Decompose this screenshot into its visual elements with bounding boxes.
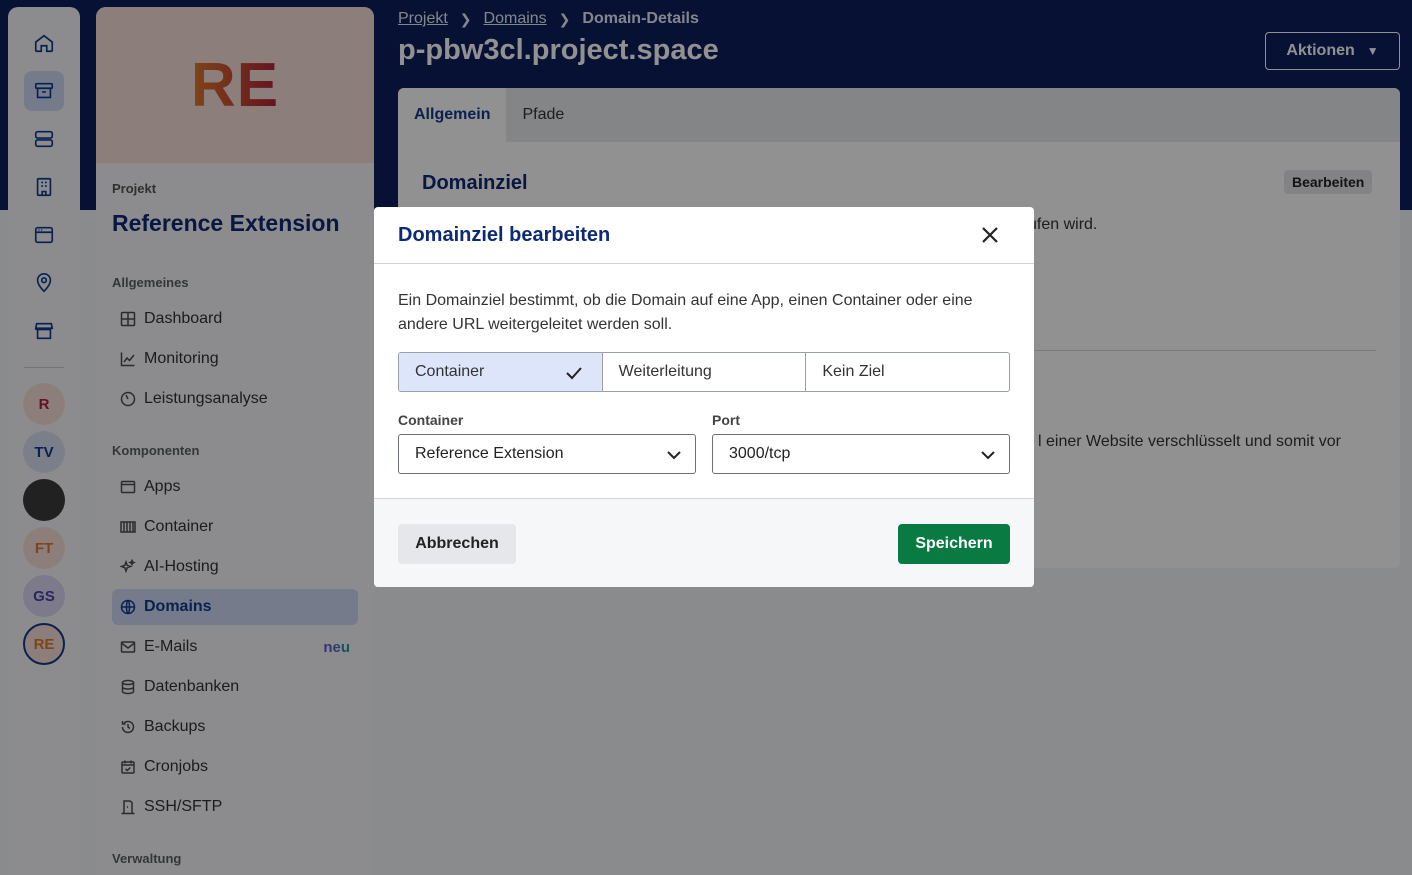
port-label: Port — [712, 412, 740, 428]
option-label: Container — [415, 363, 485, 380]
option-kein-ziel[interactable]: Kein Ziel — [806, 353, 1009, 391]
close-icon[interactable] — [974, 219, 1006, 251]
cancel-button[interactable]: Abbrechen — [398, 524, 516, 564]
edit-domain-target-dialog: Domainziel bearbeiten Ein Domainziel bes… — [374, 207, 1034, 587]
container-value: Reference Extension — [415, 445, 564, 462]
dialog-description: Ein Domainziel bestimmt, ob die Domain a… — [398, 292, 973, 333]
option-label: Weiterleitung — [618, 363, 712, 380]
port-select[interactable]: 3000/tcp — [712, 434, 1010, 474]
option-label: Kein Ziel — [822, 363, 885, 380]
chevron-down-icon — [979, 446, 997, 464]
container-label: Container — [398, 412, 464, 428]
option-container[interactable]: Container — [399, 353, 603, 391]
save-button[interactable]: Speichern — [898, 524, 1010, 564]
dialog-title: Domainziel bearbeiten — [398, 223, 611, 246]
dialog-header: Domainziel bearbeiten — [374, 207, 1034, 264]
option-weiterleitung[interactable]: Weiterleitung — [603, 353, 807, 391]
target-type-selector: Container Weiterleitung Kein Ziel — [398, 352, 1010, 392]
container-select[interactable]: Reference Extension — [398, 434, 696, 474]
dialog-footer: Abbrechen Speichern — [374, 498, 1034, 587]
port-value: 3000/tcp — [729, 445, 791, 462]
checkmark-icon — [564, 363, 584, 383]
chevron-down-icon — [665, 446, 683, 464]
